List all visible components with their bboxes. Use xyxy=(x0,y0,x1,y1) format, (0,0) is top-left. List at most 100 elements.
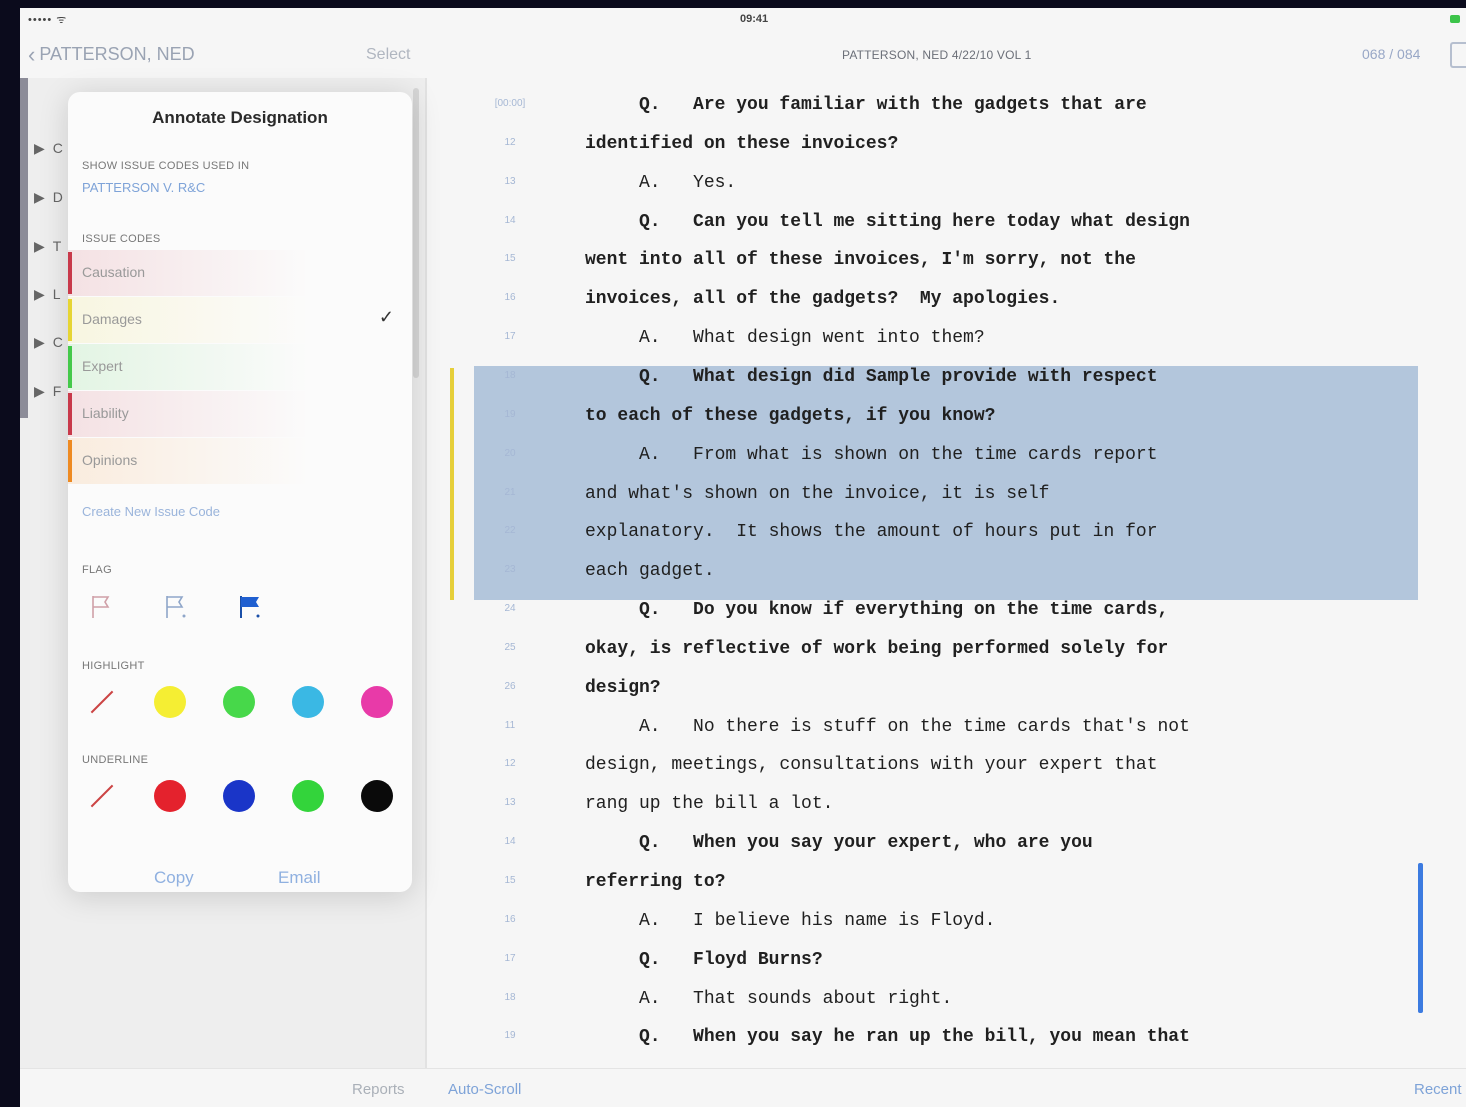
document-title: PATTERSON, NED 4/22/10 VOL 1 xyxy=(842,48,1032,62)
line-number: 24 xyxy=(504,603,516,615)
transcript-text: Q. Are you familiar with the gadgets tha… xyxy=(585,95,1147,115)
issue-color-bar xyxy=(68,299,72,341)
transcript-text: referring to? xyxy=(585,872,726,892)
issue-code-name: Expert xyxy=(82,358,123,374)
reports-button[interactable]: Reports xyxy=(352,1081,405,1098)
issue-code-row[interactable]: Opinions xyxy=(68,438,412,484)
flag-outline-alt-icon[interactable] xyxy=(164,594,188,620)
select-button[interactable]: Select xyxy=(366,46,410,64)
divider xyxy=(425,78,427,1068)
back-button[interactable]: ‹ PATTERSON, NED xyxy=(28,43,195,65)
issue-code-name: Opinions xyxy=(82,452,138,468)
signal-icon: ••••• ᯤ xyxy=(28,14,68,26)
underline-color-swatch[interactable] xyxy=(361,780,393,812)
case-link[interactable]: PATTERSON V. R&C xyxy=(82,180,205,195)
transcript-line[interactable]: 20 A. From what is shown on the time car… xyxy=(450,436,1440,475)
transcript-text: invoices, all of the gadgets? My apologi… xyxy=(585,289,1061,310)
disclosure-triangle-icon: ▶ xyxy=(34,383,45,399)
flag-outline-icon[interactable] xyxy=(90,594,114,620)
sidebar-scrollbar[interactable] xyxy=(413,88,419,378)
line-number: 18 xyxy=(504,369,516,381)
transcript-line[interactable]: 22 explanatory. It shows the amount of ho… xyxy=(450,513,1440,552)
underline-color-swatch[interactable] xyxy=(154,780,186,812)
transcript-line[interactable]: 16 invoices, all of the gadgets? My apolo… xyxy=(450,280,1440,319)
status-time: 09:41 xyxy=(740,13,769,25)
bottom-toolbar: Reports Auto-Scroll Recent xyxy=(20,1068,1466,1107)
transcript-line[interactable]: 16 A. I believe his name is Floyd. xyxy=(450,902,1440,941)
flag-filled-icon[interactable] xyxy=(238,594,262,620)
line-number: 11 xyxy=(504,719,516,731)
show-issue-codes-label: SHOW ISSUE CODES USED IN xyxy=(82,160,250,172)
issue-code-row[interactable]: Causation xyxy=(68,250,412,296)
line-number: 12 xyxy=(504,758,516,770)
line-number: 22 xyxy=(504,525,516,537)
transcript-line[interactable]: 18 Q. What design did Sample provide wit… xyxy=(450,358,1440,397)
tree-item[interactable]: ▶ T xyxy=(34,238,61,255)
highlight-color-swatch[interactable] xyxy=(154,686,186,718)
line-number: 17 xyxy=(504,331,516,343)
transcript-text: Q. When you say he ran up the bill, you … xyxy=(585,1027,1190,1048)
document-icon[interactable] xyxy=(1450,42,1466,68)
auto-scroll-button[interactable]: Auto-Scroll xyxy=(448,1081,521,1098)
underline-color-swatch[interactable] xyxy=(292,780,324,812)
underline-color-swatch[interactable] xyxy=(223,780,255,812)
underline-none-icon[interactable] xyxy=(86,780,118,812)
tree-item[interactable]: ▶ L xyxy=(34,286,61,303)
issue-code-row[interactable]: Liability xyxy=(68,391,412,437)
transcript-text: each gadget. xyxy=(585,561,715,582)
transcript-line[interactable]: 15 referring to? xyxy=(450,863,1440,902)
issue-code-row[interactable]: Expert xyxy=(68,344,412,390)
line-number: 17 xyxy=(504,952,516,964)
transcript-line[interactable]: [00:00] Q. Are you familiar with the gad… xyxy=(450,86,1440,125)
tree-item[interactable]: ▶ D xyxy=(34,189,63,206)
transcript-line[interactable]: 13 rang up the bill a lot. xyxy=(450,785,1440,824)
transcript-line[interactable]: 17 A. What design went into them? xyxy=(450,319,1440,358)
transcript-text: Q. Do you know if everything on the time… xyxy=(585,600,1169,621)
disclosure-triangle-icon: ▶ xyxy=(34,286,45,302)
transcript-line[interactable]: 26 design? xyxy=(450,669,1440,708)
sidebar-shade xyxy=(20,78,28,418)
transcript-line[interactable]: 13 A. Yes. xyxy=(450,164,1440,203)
transcript-line[interactable]: 23 each gadget. xyxy=(450,552,1440,591)
transcript-line[interactable]: 11 A. No there is stuff on the time card… xyxy=(450,708,1440,747)
disclosure-triangle-icon: ▶ xyxy=(34,140,45,156)
popover-title: Annotate Designation xyxy=(152,108,328,127)
transcript-line[interactable]: 17 Q. Floyd Burns? xyxy=(450,941,1440,980)
line-number: 21 xyxy=(504,486,516,498)
tree-item[interactable]: ▶ C xyxy=(34,334,63,351)
highlight-none-icon[interactable] xyxy=(86,686,118,718)
transcript-line[interactable]: 14 Q. Can you tell me sitting here today… xyxy=(450,203,1440,242)
email-button[interactable]: Email xyxy=(278,868,321,888)
highlight-color-swatch[interactable] xyxy=(223,686,255,718)
copy-button[interactable]: Copy xyxy=(154,868,194,888)
transcript-line[interactable]: 19 to each of these gadgets, if you know? xyxy=(450,397,1440,436)
issue-code-row[interactable]: Damages ✓ xyxy=(68,297,412,343)
transcript-text: okay, is reflective of work being perfor… xyxy=(585,638,1169,659)
transcript-line[interactable]: 12 design, meetings, consultations with y… xyxy=(450,746,1440,785)
transcript-line[interactable]: 25 okay, is reflective of work being perf… xyxy=(450,630,1440,669)
transcript-line[interactable]: 18 A. That sounds about right. xyxy=(450,980,1440,1019)
transcript-view[interactable]: [00:00] Q. Are you familiar with the gad… xyxy=(450,86,1450,1066)
transcript-line[interactable]: 15 went into all of these invoices, I'm s… xyxy=(450,241,1440,280)
line-number: 16 xyxy=(504,292,516,304)
transcript-scrollbar[interactable] xyxy=(1418,863,1423,1013)
transcript-line[interactable]: 21 and what's shown on the invoice, it is… xyxy=(450,475,1440,514)
transcript-line[interactable]: 24 Q. Do you know if everything on the t… xyxy=(450,591,1440,630)
checkmark-icon: ✓ xyxy=(378,307,394,327)
transcript-line[interactable]: 14 Q. When you say your expert, who are … xyxy=(450,824,1440,863)
highlight-color-swatch[interactable] xyxy=(361,686,393,718)
transcript-text: Q. When you say your expert, who are you xyxy=(585,833,1093,854)
transcript-line[interactable]: 12 identified on these invoices? xyxy=(450,125,1440,164)
issue-color-bar xyxy=(68,346,72,388)
create-issue-code-link[interactable]: Create New Issue Code xyxy=(82,504,220,519)
tree-item[interactable]: ▶ C xyxy=(34,140,63,157)
transcript-line[interactable]: 19 Q. When you say he ran up the bill, y… xyxy=(450,1018,1440,1057)
tree-item[interactable]: ▶ F xyxy=(34,383,61,400)
recent-button[interactable]: Recent xyxy=(1414,1081,1462,1098)
highlight-color-swatch[interactable] xyxy=(292,686,324,718)
issue-codes-label: ISSUE CODES xyxy=(82,233,161,245)
transcript-text: and what's shown on the invoice, it is s… xyxy=(585,483,1050,504)
issue-color-bar xyxy=(68,252,72,294)
transcript-text: A. From what is shown on the time cards … xyxy=(585,444,1158,465)
disclosure-triangle-icon: ▶ xyxy=(34,334,45,350)
